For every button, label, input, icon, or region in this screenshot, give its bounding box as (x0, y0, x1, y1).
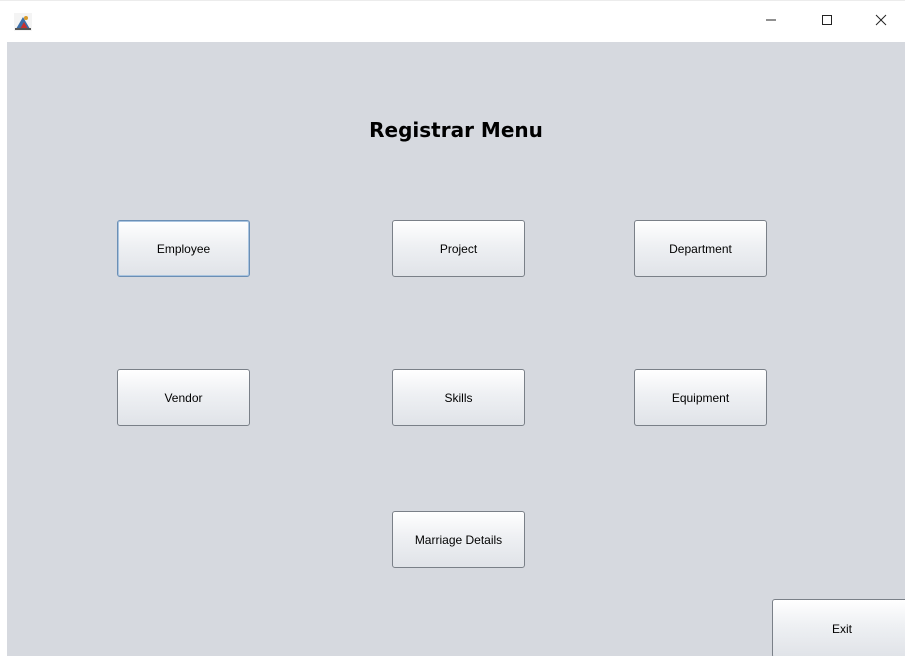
minimize-icon (765, 13, 777, 31)
page-title: Registrar Menu (369, 118, 543, 142)
equipment-button[interactable]: Equipment (634, 369, 767, 426)
app-window: Registrar Menu Employee Project Departme… (0, 0, 905, 662)
maximize-button[interactable] (804, 6, 850, 38)
department-button[interactable]: Department (634, 220, 767, 277)
project-button[interactable]: Project (392, 220, 525, 277)
employee-button[interactable]: Employee (117, 220, 250, 277)
java-app-icon (14, 13, 32, 31)
close-button[interactable] (858, 6, 904, 38)
title-bar[interactable] (0, 0, 905, 42)
exit-button[interactable]: Exit (772, 599, 905, 658)
menu-panel: Registrar Menu Employee Project Departme… (7, 42, 905, 662)
maximize-icon (821, 13, 833, 31)
minimize-button[interactable] (748, 6, 794, 38)
bottom-edge (7, 656, 905, 662)
skills-button[interactable]: Skills (392, 369, 525, 426)
vendor-button[interactable]: Vendor (117, 369, 250, 426)
marriage-details-button[interactable]: Marriage Details (392, 511, 525, 568)
close-icon (875, 13, 887, 31)
